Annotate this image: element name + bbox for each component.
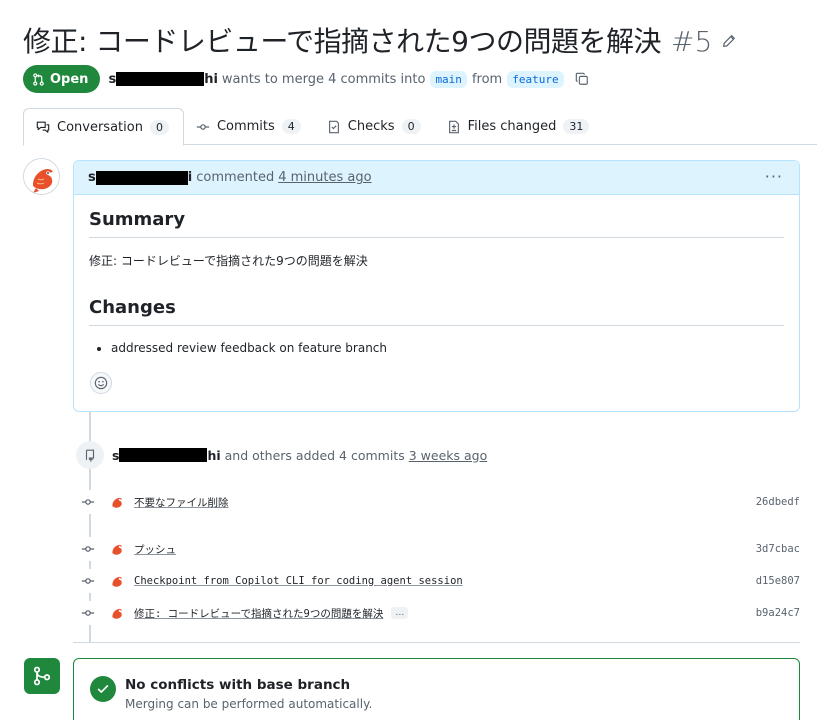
repo-push-icon — [76, 441, 104, 469]
commit-icon — [76, 537, 100, 561]
author-link[interactable]: s hi — [108, 72, 217, 87]
tab-count: 31 — [563, 119, 590, 134]
author-name-start: s — [108, 71, 117, 87]
author-name-start: s — [112, 447, 120, 463]
merge-status-subtitle: Merging can be performed automatically. — [125, 697, 373, 711]
git-merge-icon — [24, 658, 60, 694]
changes-list: addressed review feedback on feature bra… — [89, 341, 784, 355]
push-time-link[interactable]: 3 weeks ago — [409, 448, 488, 463]
tab-checks[interactable]: Checks 0 — [315, 108, 435, 145]
merge-status-box: No conflicts with base branch Merging ca… — [73, 658, 800, 720]
timeline-divider — [73, 642, 800, 643]
tab-count: 4 — [281, 119, 301, 134]
file-diff-icon — [448, 120, 459, 133]
author-name-end: hi — [207, 447, 221, 463]
expand-commit-message-button[interactable]: … — [391, 607, 409, 619]
author-name-end: i — [187, 170, 193, 185]
pr-title-row: 修正: コードレビューで指摘された9つの問題を解決 #5 — [23, 20, 813, 60]
changes-heading: Changes — [89, 297, 784, 326]
edit-pencil-icon[interactable] — [722, 33, 736, 52]
commit-sha-link[interactable]: b9a24c7 — [756, 607, 800, 619]
tab-conversation[interactable]: Conversation 0 — [23, 108, 184, 146]
tab-label: Conversation — [57, 119, 143, 135]
conversation-icon — [36, 121, 50, 133]
state-label: Open — [50, 71, 89, 87]
commit-message-link[interactable]: プッシュ — [134, 542, 176, 557]
push-event: s hi and others added 4 commits 3 weeks … — [76, 441, 806, 469]
avatar[interactable] — [108, 493, 126, 511]
avatar[interactable] — [23, 158, 60, 195]
tab-count: 0 — [401, 119, 421, 134]
smiley-icon — [94, 376, 108, 390]
push-author[interactable]: s hi — [112, 448, 221, 463]
comment-author[interactable]: s i — [88, 170, 192, 185]
pr-description-comment: s i commented 4 minutes ago ··· Summary … — [73, 160, 800, 412]
comment-header: s i commented 4 minutes ago ··· — [74, 161, 799, 195]
copy-icon[interactable] — [575, 72, 589, 86]
merge-text: wants to merge 4 commits into — [221, 71, 426, 87]
commit-sha-link[interactable]: d15e807 — [756, 575, 800, 587]
tab-label: Commits — [216, 119, 275, 134]
redaction-bar — [95, 170, 188, 185]
commit-row: プッシュ 3d7cbac — [76, 537, 800, 561]
summary-heading: Summary — [89, 209, 784, 238]
pr-tabs: Conversation 0 Commits 4 Checks 0 Files … — [23, 108, 817, 146]
state-badge: Open — [23, 65, 101, 93]
avatar[interactable] — [108, 604, 126, 622]
commit-row: Checkpoint from Copilot CLI for coding a… — [76, 569, 800, 593]
commit-message-link[interactable]: 修正: コードレビューで指摘された9つの問題を解決 — [134, 606, 383, 621]
redaction-bar — [119, 448, 208, 462]
commit-sha-link[interactable]: 26dbedf — [756, 496, 800, 508]
commit-icon — [76, 569, 100, 593]
commit-message-link[interactable]: Checkpoint from Copilot CLI for coding a… — [134, 575, 463, 587]
pr-meta: Open s hi wants to merge 4 commits into … — [23, 65, 589, 93]
comment-body: Summary 修正: コードレビューで指摘された9つの問題を解決 Change… — [74, 195, 799, 355]
list-item: addressed review feedback on feature bra… — [111, 341, 784, 355]
commit-icon — [76, 601, 100, 625]
from-text: from — [471, 71, 503, 87]
add-reaction-button[interactable] — [90, 372, 112, 394]
pr-number: #5 — [670, 25, 713, 58]
avatar[interactable] — [108, 572, 126, 590]
check-icon — [90, 676, 116, 702]
author-name-end: hi — [204, 71, 218, 87]
head-branch[interactable]: feature — [507, 70, 564, 88]
tab-count: 0 — [149, 119, 169, 135]
base-branch[interactable]: main — [430, 70, 467, 88]
tab-files-changed[interactable]: Files changed 31 — [435, 108, 604, 145]
tab-commits[interactable]: Commits 4 — [184, 108, 315, 145]
tab-label: Checks — [347, 119, 395, 134]
checklist-icon — [328, 120, 339, 133]
summary-text: 修正: コードレビューで指摘された9つの問題を解決 — [89, 254, 368, 268]
kebab-icon[interactable]: ··· — [765, 167, 783, 186]
redaction-bar — [116, 72, 205, 86]
commit-icon — [76, 490, 100, 514]
author-name-start: s — [88, 170, 96, 185]
push-text: and others added 4 commits — [224, 447, 405, 463]
comment-time-link[interactable]: 4 minutes ago — [278, 170, 371, 185]
avatar[interactable] — [108, 540, 126, 558]
git-pull-request-icon — [33, 72, 44, 86]
comment-action: commented — [196, 170, 275, 185]
tab-label: Files changed — [467, 119, 557, 134]
commit-row: 不要なファイル削除 26dbedf — [76, 490, 800, 514]
commit-sha-link[interactable]: 3d7cbac — [756, 543, 800, 555]
commit-row: 修正: コードレビューで指摘された9つの問題を解決 … b9a24c7 — [76, 601, 800, 625]
commit-icon — [196, 123, 210, 130]
commit-message-link[interactable]: 不要なファイル削除 — [134, 495, 229, 510]
pr-title: 修正: コードレビューで指摘された9つの問題を解決 — [23, 25, 661, 58]
merge-status-title: No conflicts with base branch — [125, 677, 351, 693]
